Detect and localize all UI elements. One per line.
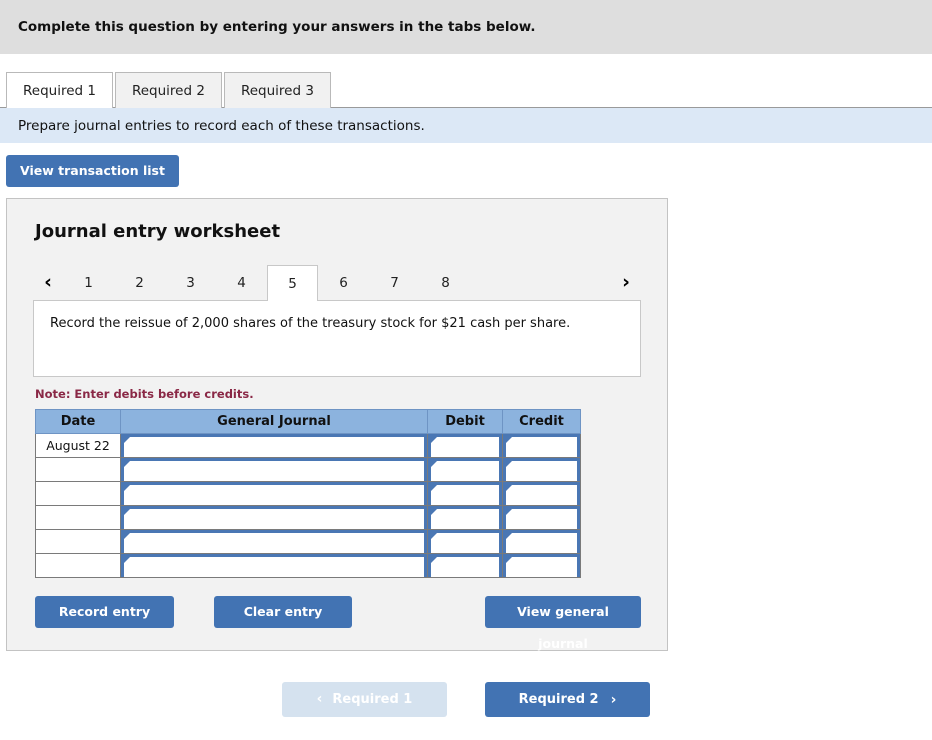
- debit-input-row-1[interactable]: [428, 434, 502, 457]
- view-general-journal-button[interactable]: View general journal: [485, 596, 641, 651]
- requirement-prompt-band: Prepare journal entries to record each o…: [0, 108, 932, 143]
- previous-requirement-label: Required 1: [332, 692, 413, 707]
- account-cell-row-5[interactable]: [120, 529, 428, 554]
- journal-table-header-row: Date General Journal Debit Credit: [35, 409, 581, 434]
- date-cell-row-2[interactable]: [35, 457, 121, 482]
- debit-input-row-4[interactable]: [428, 506, 502, 529]
- credit-cell-row-4[interactable]: [502, 505, 581, 530]
- chevron-left-icon: ‹: [316, 691, 323, 707]
- worksheet-tab-7[interactable]: 7: [369, 264, 420, 300]
- tab-required-1-label: Required 1: [23, 83, 96, 99]
- previous-requirement-button: ‹ Required 1: [282, 682, 447, 717]
- credit-cell-row-1[interactable]: [502, 433, 581, 458]
- worksheet-tab-5[interactable]: 5: [267, 265, 318, 301]
- table-row: [35, 553, 581, 578]
- credit-cell-row-6[interactable]: [502, 553, 581, 578]
- chevron-right-icon[interactable]: ›: [611, 264, 641, 300]
- date-cell-row-6[interactable]: [35, 553, 121, 578]
- record-entry-button[interactable]: Record entry: [35, 596, 174, 628]
- account-cell-row-3[interactable]: [120, 481, 428, 506]
- worksheet-tab-1[interactable]: 1: [63, 264, 114, 300]
- account-cell-row-4[interactable]: [120, 505, 428, 530]
- debit-input-row-2[interactable]: [428, 458, 502, 481]
- debit-input-row-5[interactable]: [428, 530, 502, 553]
- worksheet-tab-6[interactable]: 6: [318, 264, 369, 300]
- worksheet-action-row: Record entry Clear entry View general jo…: [33, 596, 641, 651]
- table-row: [35, 457, 581, 482]
- date-cell-row-4[interactable]: [35, 505, 121, 530]
- account-input-row-2[interactable]: [121, 458, 427, 481]
- date-cell-row-3[interactable]: [35, 481, 121, 506]
- tab-required-3-label: Required 3: [240, 83, 314, 99]
- question-instruction-text: Complete this question by entering your …: [18, 19, 536, 35]
- debit-input-row-6[interactable]: [428, 554, 502, 577]
- worksheet-tab-4[interactable]: 4: [216, 264, 267, 300]
- transaction-description: Record the reissue of 2,000 shares of th…: [33, 301, 641, 377]
- account-input-row-6[interactable]: [121, 554, 427, 577]
- date-cell-row-5[interactable]: [35, 529, 121, 554]
- table-row: August 22: [35, 433, 581, 458]
- chevron-left-icon[interactable]: ‹: [33, 264, 63, 300]
- table-row: [35, 505, 581, 530]
- account-input-row-5[interactable]: [121, 530, 427, 553]
- view-transaction-list-row: View transaction list: [0, 143, 932, 187]
- debit-cell-row-6[interactable]: [427, 553, 503, 578]
- credit-cell-row-5[interactable]: [502, 529, 581, 554]
- tab-required-3[interactable]: Required 3: [223, 72, 331, 108]
- table-row: [35, 529, 581, 554]
- column-header-general-journal: General Journal: [120, 409, 428, 434]
- credit-cell-row-3[interactable]: [502, 481, 581, 506]
- account-input-row-1[interactable]: [121, 434, 427, 457]
- debit-input-row-3[interactable]: [428, 482, 502, 505]
- next-requirement-button[interactable]: Required 2 ›: [485, 682, 650, 717]
- credit-input-row-1[interactable]: [503, 434, 580, 457]
- worksheet-tab-2[interactable]: 2: [114, 264, 165, 300]
- journal-entry-worksheet-panel: Journal entry worksheet ‹ 1 2 3 4 5 6 7 …: [6, 198, 668, 651]
- tab-required-2-label: Required 2: [131, 83, 205, 99]
- debit-cell-row-3[interactable]: [427, 481, 503, 506]
- account-input-row-4[interactable]: [121, 506, 427, 529]
- worksheet-tab-strip: ‹ 1 2 3 4 5 6 7 8 ›: [33, 262, 641, 301]
- credit-input-row-6[interactable]: [503, 554, 580, 577]
- debit-cell-row-1[interactable]: [427, 433, 503, 458]
- worksheet-tab-8[interactable]: 8: [420, 264, 471, 300]
- debit-cell-row-5[interactable]: [427, 529, 503, 554]
- debits-before-credits-note: Note: Enter debits before credits.: [35, 387, 254, 401]
- credit-cell-row-2[interactable]: [502, 457, 581, 482]
- credit-input-row-4[interactable]: [503, 506, 580, 529]
- column-header-date: Date: [35, 409, 121, 434]
- credit-input-row-5[interactable]: [503, 530, 580, 553]
- requirement-nav-footer: ‹ Required 1 Required 2 ›: [0, 682, 932, 717]
- account-input-row-3[interactable]: [121, 482, 427, 505]
- worksheet-title: Journal entry worksheet: [35, 221, 281, 242]
- required-tab-strip: Required 1 Required 2 Required 3: [0, 54, 932, 108]
- tab-required-1[interactable]: Required 1: [6, 72, 113, 108]
- debit-cell-row-2[interactable]: [427, 457, 503, 482]
- table-row: [35, 481, 581, 506]
- journal-entry-table: Date General Journal Debit Credit August…: [35, 409, 581, 578]
- account-cell-row-1[interactable]: [120, 433, 428, 458]
- column-header-credit: Credit: [502, 409, 581, 434]
- column-header-debit: Debit: [427, 409, 503, 434]
- requirement-prompt-text: Prepare journal entries to record each o…: [18, 117, 425, 134]
- tab-required-2[interactable]: Required 2: [114, 72, 222, 108]
- clear-entry-button[interactable]: Clear entry: [214, 596, 352, 628]
- debit-cell-row-4[interactable]: [427, 505, 503, 530]
- account-cell-row-2[interactable]: [120, 457, 428, 482]
- date-cell-row-1[interactable]: August 22: [35, 433, 121, 458]
- question-instruction-bar: Complete this question by entering your …: [0, 0, 932, 54]
- next-requirement-label: Required 2: [518, 692, 599, 707]
- chevron-right-icon: ›: [610, 691, 617, 708]
- credit-input-row-3[interactable]: [503, 482, 580, 505]
- credit-input-row-2[interactable]: [503, 458, 580, 481]
- worksheet-tab-3[interactable]: 3: [165, 264, 216, 300]
- account-cell-row-6[interactable]: [120, 553, 428, 578]
- view-transaction-list-button[interactable]: View transaction list: [6, 155, 179, 187]
